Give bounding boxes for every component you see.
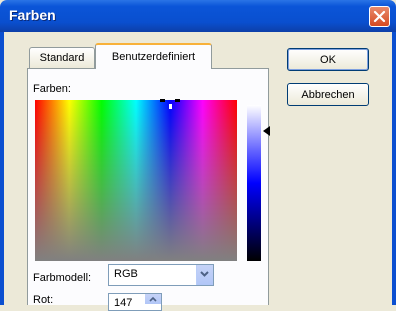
red-label: Rot: bbox=[33, 294, 54, 306]
chevron-down-icon bbox=[200, 271, 209, 277]
close-button[interactable] bbox=[369, 6, 390, 27]
spin-up-button[interactable] bbox=[145, 294, 161, 304]
color-spectrum[interactable] bbox=[35, 100, 237, 261]
tab-standard[interactable]: Standard bbox=[29, 47, 95, 68]
colors-label: Farben: bbox=[33, 83, 71, 95]
color-model-label: Farbmodell: bbox=[33, 272, 92, 284]
window-title: Farben bbox=[9, 7, 56, 23]
color-model-select[interactable]: RGB bbox=[108, 264, 214, 286]
tab-custom[interactable]: Benutzerdefiniert bbox=[95, 43, 212, 69]
cancel-button[interactable]: Abbrechen bbox=[287, 83, 369, 106]
luminance-arrow-icon[interactable] bbox=[263, 126, 270, 136]
color-model-value: RGB bbox=[114, 268, 138, 280]
window-frame-right bbox=[392, 32, 396, 305]
ok-button[interactable]: OK bbox=[287, 48, 369, 71]
red-input[interactable]: 147 bbox=[108, 293, 162, 311]
luminance-slider[interactable] bbox=[247, 105, 261, 261]
color-dialog: Farben Standard Benutzerdefiniert Farben… bbox=[0, 0, 396, 311]
chevron-up-icon bbox=[149, 296, 157, 302]
title-bar[interactable]: Farben bbox=[0, 0, 396, 32]
crosshair-icon bbox=[160, 99, 180, 109]
red-value: 147 bbox=[114, 297, 133, 309]
close-icon bbox=[373, 10, 386, 23]
window-frame-left bbox=[0, 32, 4, 305]
dropdown-button[interactable] bbox=[196, 265, 213, 285]
